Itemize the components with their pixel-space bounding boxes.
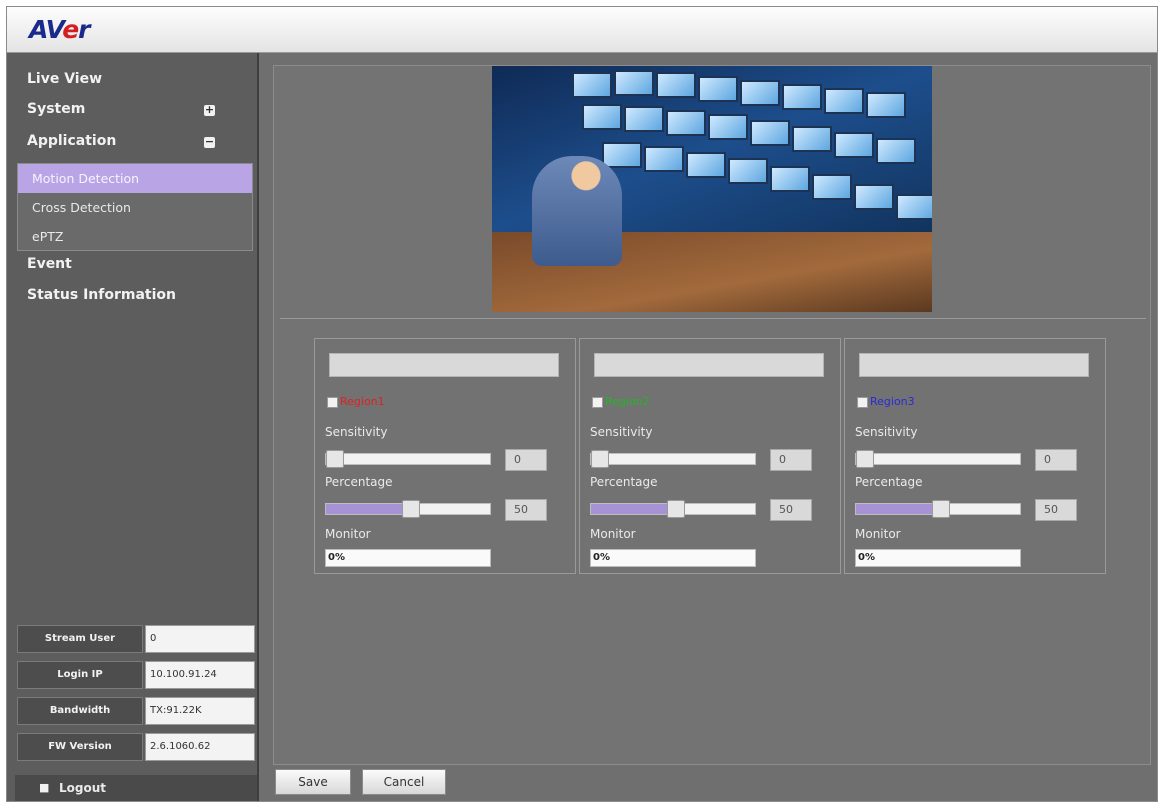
slider-thumb[interactable] [591, 450, 609, 468]
app-window: AVer Live View System + Application − Mo… [6, 6, 1158, 802]
save-button[interactable]: Save [275, 769, 351, 795]
main-panel: Region1 Sensitivity 0 Percentage 50 Moni… [273, 65, 1151, 765]
slider-thumb[interactable] [326, 450, 344, 468]
sensitivity-slider[interactable] [855, 450, 1021, 468]
slider-thumb[interactable] [667, 500, 685, 518]
info-label: Stream User [17, 625, 143, 653]
sidebar-item-live-view[interactable]: Live View [27, 71, 102, 87]
region-name-input[interactable] [594, 353, 824, 377]
camera-preview[interactable] [492, 66, 932, 312]
submenu-item-eptz[interactable]: ePTZ [18, 222, 252, 251]
info-row: Login IP 10.100.91.24 [15, 659, 257, 691]
region-checkbox[interactable] [327, 397, 338, 408]
sidebar-item-system[interactable]: System [27, 101, 85, 117]
sidebar: Live View System + Application − Motion … [7, 53, 259, 801]
monitor-bar: 0% [325, 549, 491, 567]
percentage-value[interactable]: 50 [770, 499, 812, 521]
submenu-item-motion-detection[interactable]: Motion Detection [18, 164, 252, 193]
expand-icon[interactable]: + [204, 104, 215, 116]
percentage-value[interactable]: 50 [505, 499, 547, 521]
region-checkbox[interactable] [857, 397, 868, 408]
sensitivity-label: Sensitivity [325, 425, 388, 439]
submenu-item-cross-detection[interactable]: Cross Detection [18, 193, 252, 222]
region-label: Region3 [870, 395, 915, 408]
slider-thumb[interactable] [402, 500, 420, 518]
sensitivity-value[interactable]: 0 [1035, 449, 1077, 471]
sensitivity-slider[interactable] [325, 450, 491, 468]
region-name-input[interactable] [859, 353, 1089, 377]
percentage-slider[interactable] [855, 500, 1021, 518]
info-row: Bandwidth TX:91.22K [15, 695, 257, 727]
collapse-icon[interactable]: − [204, 136, 215, 148]
region-panel: Region1 Sensitivity 0 Percentage 50 Moni… [314, 338, 576, 574]
percentage-slider[interactable] [325, 500, 491, 518]
logout-label: Logout [59, 781, 107, 795]
aver-logo: AVer [29, 15, 91, 44]
sensitivity-value[interactable]: 0 [505, 449, 547, 471]
slider-thumb[interactable] [932, 500, 950, 518]
region-checkbox[interactable] [592, 397, 603, 408]
user-icon: ■ [39, 781, 50, 794]
info-label: FW Version [17, 733, 143, 761]
region-panel: Region3 Sensitivity 0 Percentage 50 Moni… [844, 338, 1106, 574]
sidebar-item-status-information[interactable]: Status Information [27, 287, 176, 303]
logout-button[interactable]: ■ Logout [15, 775, 257, 801]
percentage-slider[interactable] [590, 500, 756, 518]
header-bar: AVer [7, 7, 1157, 53]
percentage-label: Percentage [855, 475, 923, 489]
region-label: Region2 [605, 395, 650, 408]
info-value: TX:91.22K [145, 697, 255, 725]
info-row: FW Version 2.6.1060.62 [15, 731, 257, 763]
info-value: 10.100.91.24 [145, 661, 255, 689]
monitor-label: Monitor [590, 527, 636, 541]
region-panel: Region2 Sensitivity 0 Percentage 50 Moni… [579, 338, 841, 574]
region-label: Region1 [340, 395, 385, 408]
info-label: Bandwidth [17, 697, 143, 725]
percentage-value[interactable]: 50 [1035, 499, 1077, 521]
monitor-label: Monitor [855, 527, 901, 541]
info-label: Login IP [17, 661, 143, 689]
sensitivity-label: Sensitivity [590, 425, 653, 439]
percentage-label: Percentage [590, 475, 658, 489]
percentage-label: Percentage [325, 475, 393, 489]
monitor-bar: 0% [855, 549, 1021, 567]
slider-thumb[interactable] [856, 450, 874, 468]
info-value: 2.6.1060.62 [145, 733, 255, 761]
info-value: 0 [145, 625, 255, 653]
region-name-input[interactable] [329, 353, 559, 377]
sensitivity-slider[interactable] [590, 450, 756, 468]
cancel-button[interactable]: Cancel [362, 769, 446, 795]
info-row: Stream User 0 [15, 623, 257, 655]
monitor-bar: 0% [590, 549, 756, 567]
sidebar-item-application[interactable]: Application [27, 133, 116, 149]
monitor-label: Monitor [325, 527, 371, 541]
sensitivity-value[interactable]: 0 [770, 449, 812, 471]
application-submenu: Motion Detection Cross Detection ePTZ [17, 163, 253, 251]
divider [280, 318, 1146, 319]
sensitivity-label: Sensitivity [855, 425, 918, 439]
sidebar-item-event[interactable]: Event [27, 256, 72, 272]
